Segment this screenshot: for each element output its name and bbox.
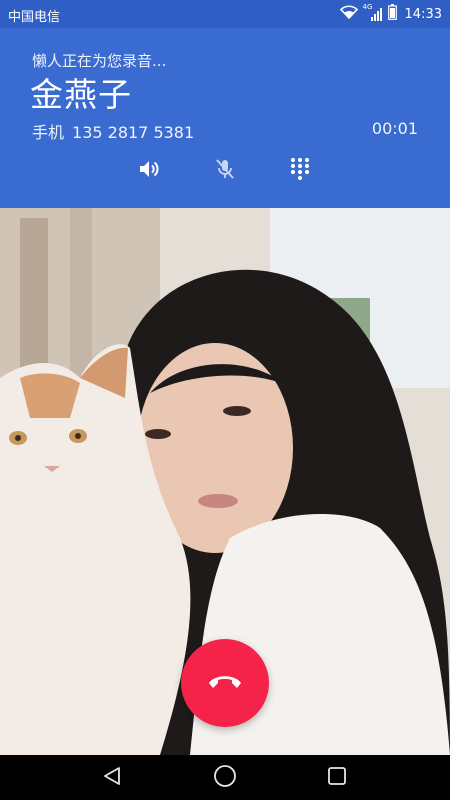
phone-number-line: 手机 135 2817 5381 — [32, 119, 194, 143]
status-bar: 中国电信 4G 14:33 — [0, 0, 450, 28]
status-icons: 4G 14:33 — [339, 3, 442, 24]
signal-icon: 4G — [363, 3, 383, 22]
call-header: 懒人正在为您录音... 金燕子 手机 135 2817 5381 00:01 — [0, 28, 450, 208]
back-icon — [101, 765, 123, 791]
call-controls — [0, 156, 450, 186]
dialpad-icon — [288, 156, 312, 186]
carrier-label: 中国电信 — [8, 10, 61, 25]
home-icon — [213, 764, 237, 792]
battery-icon — [387, 4, 397, 24]
mute-mic-icon — [213, 157, 237, 185]
back-button[interactable] — [99, 765, 125, 791]
recent-apps-button[interactable] — [324, 765, 350, 791]
mute-button[interactable] — [210, 156, 240, 186]
in-call-screen: 中国电信 4G 14:33 懒人正在为您录音... 金燕子 手机 135 281… — [0, 0, 450, 800]
call-duration: 00:01 — [371, 119, 418, 138]
clock: 14:33 — [404, 6, 442, 22]
phone-number: 135 2817 5381 — [72, 123, 195, 142]
navigation-bar — [0, 755, 450, 800]
number-type-label: 手机 — [32, 123, 65, 142]
recent-apps-icon — [326, 765, 348, 791]
speaker-icon — [137, 157, 161, 185]
contact-name: 金燕子 — [30, 75, 132, 114]
wifi-icon — [339, 5, 358, 23]
phone-hangup-icon — [207, 671, 243, 695]
end-call-button[interactable] — [181, 639, 269, 727]
dialpad-button[interactable] — [285, 156, 315, 186]
speaker-button[interactable] — [134, 156, 164, 186]
home-button[interactable] — [212, 765, 238, 791]
